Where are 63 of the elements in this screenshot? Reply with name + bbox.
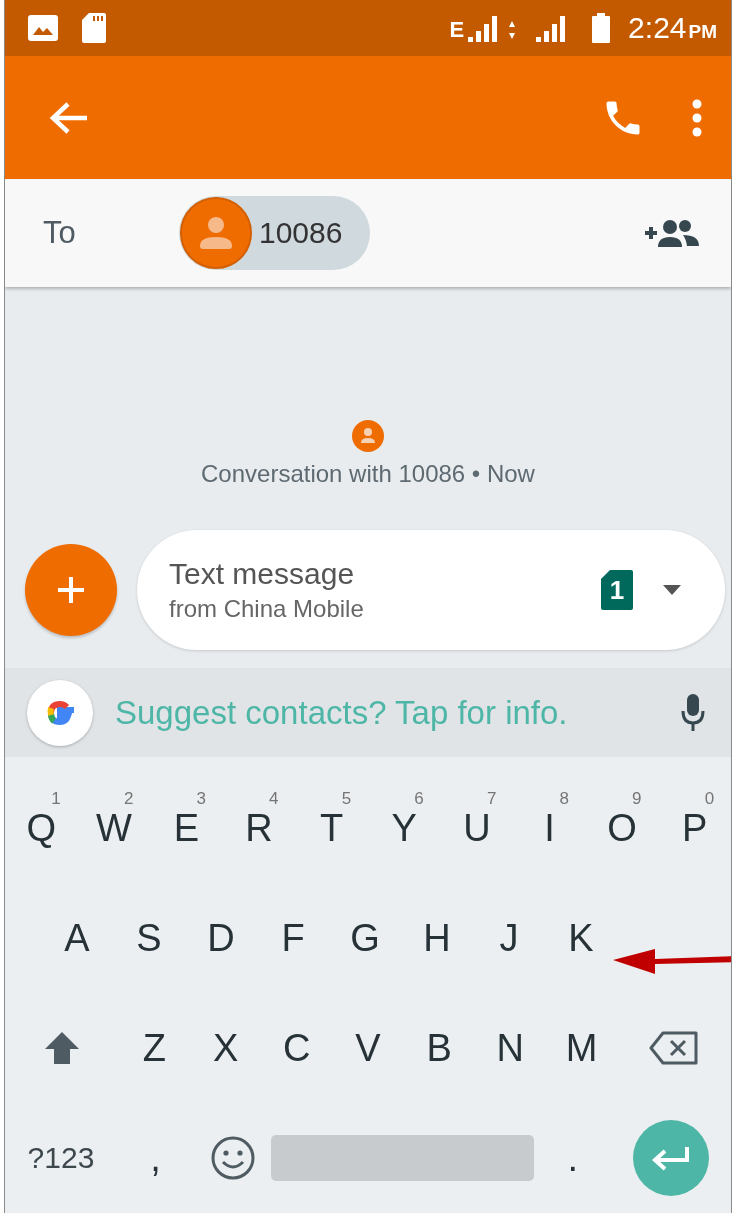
key-hint: 1 [51, 789, 61, 809]
keyboard-key[interactable]: S [136, 916, 162, 960]
keyboard-key[interactable]: J [499, 916, 519, 960]
plus-icon [56, 575, 86, 606]
network-type: E [449, 17, 465, 44]
key-hint: 2 [123, 789, 134, 809]
symbols-key[interactable]: ?123 [27, 1141, 95, 1175]
keyboard-key[interactable]: X [212, 1026, 239, 1070]
keyboard-key[interactable]: T [320, 806, 344, 850]
more-options-icon[interactable] [691, 97, 703, 138]
sim-card-badge[interactable]: 1 [601, 570, 633, 611]
recipient-chip[interactable]: 10086 [179, 196, 371, 271]
clock-meridiem: PM [688, 21, 717, 43]
carrier-label: from China Mobile [169, 595, 365, 624]
key-hint: 6 [414, 789, 424, 809]
key-hint: 8 [559, 789, 569, 809]
google-logo-icon[interactable] [27, 679, 93, 746]
keyboard-key[interactable]: N [496, 1026, 525, 1070]
keyboard-key[interactable]: Z [142, 1026, 167, 1070]
keyboard-key[interactable]: I [544, 806, 555, 850]
keyboard-key[interactable]: R [245, 806, 273, 850]
keyboard-key[interactable]: V [355, 1026, 381, 1070]
message-input[interactable]: Text message [169, 557, 469, 592]
recipient-name: 10086 [259, 216, 343, 251]
keyboard-key[interactable]: F [281, 916, 305, 960]
keyboard-key[interactable]: U [463, 806, 491, 850]
keyboard-key[interactable]: O [607, 806, 637, 850]
keyboard-key[interactable]: . [567, 1136, 578, 1180]
contact-avatar-icon [352, 420, 384, 453]
keyboard-key[interactable]: , [150, 1136, 161, 1180]
sd-card-icon [81, 12, 107, 45]
keyboard-key[interactable]: Y [391, 806, 417, 850]
keyboard-key[interactable]: B [426, 1026, 452, 1070]
keyboard-key[interactable]: E [173, 806, 200, 850]
keyboard-key[interactable]: D [207, 916, 235, 960]
keyboard-key[interactable]: M [565, 1026, 598, 1070]
key-hint: 7 [486, 789, 497, 809]
keyboard-key[interactable]: A [64, 916, 90, 960]
contact-avatar-icon [179, 196, 253, 271]
dropdown-caret-icon[interactable] [663, 585, 681, 596]
key-hint: 9 [632, 789, 642, 809]
key-hint: 3 [196, 789, 206, 809]
key-hint: 5 [341, 789, 352, 809]
keyboard-key[interactable]: H [423, 916, 451, 960]
shift-icon[interactable] [43, 1031, 80, 1065]
keyboard-key[interactable]: W [95, 806, 132, 850]
image-icon [27, 14, 59, 43]
microphone-icon[interactable] [681, 692, 705, 733]
key-hint: 4 [269, 789, 279, 809]
keyboard-key[interactable]: K [568, 916, 594, 960]
keyboard-key[interactable]: C [283, 1026, 311, 1070]
battery-icon [592, 13, 611, 44]
keyboard-key[interactable]: P [682, 806, 708, 850]
conversation-summary: Conversation with 10086 • Now [201, 460, 535, 489]
key-hint: 0 [704, 789, 715, 809]
to-label: To [43, 215, 77, 252]
keyboard-key[interactable]: G [350, 916, 380, 960]
backspace-icon[interactable] [649, 1031, 700, 1065]
clock-time: 2:24 [628, 11, 687, 45]
back-icon[interactable] [49, 99, 89, 136]
keyboard-key[interactable]: Q [26, 806, 57, 850]
enter-arrow-icon [651, 1145, 692, 1171]
emoji-icon[interactable] [209, 1135, 256, 1181]
